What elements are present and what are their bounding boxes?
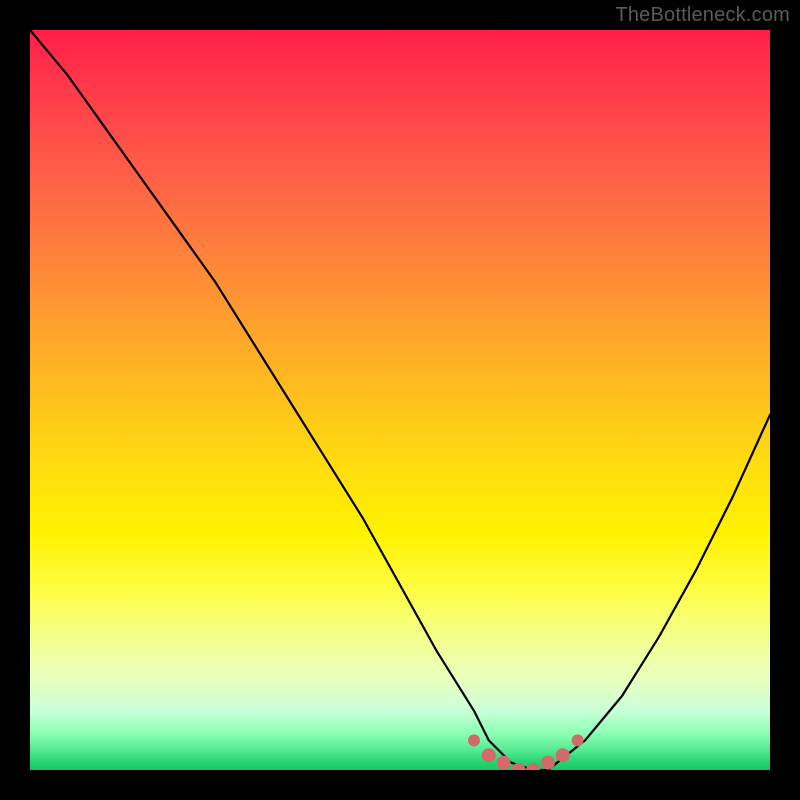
highlight-marker xyxy=(526,763,540,770)
highlight-marker xyxy=(468,734,480,746)
bottleneck-curve xyxy=(30,30,770,770)
highlight-marker xyxy=(556,748,570,762)
highlight-marker xyxy=(497,756,511,770)
plot-area xyxy=(30,30,770,770)
chart-stage: TheBottleneck.com xyxy=(0,0,800,800)
watermark-text: TheBottleneck.com xyxy=(615,4,790,27)
highlight-marker xyxy=(572,734,584,746)
highlight-marker xyxy=(541,756,555,770)
curve-overlay xyxy=(30,30,770,770)
highlight-markers xyxy=(468,734,584,770)
highlight-marker xyxy=(482,748,496,762)
